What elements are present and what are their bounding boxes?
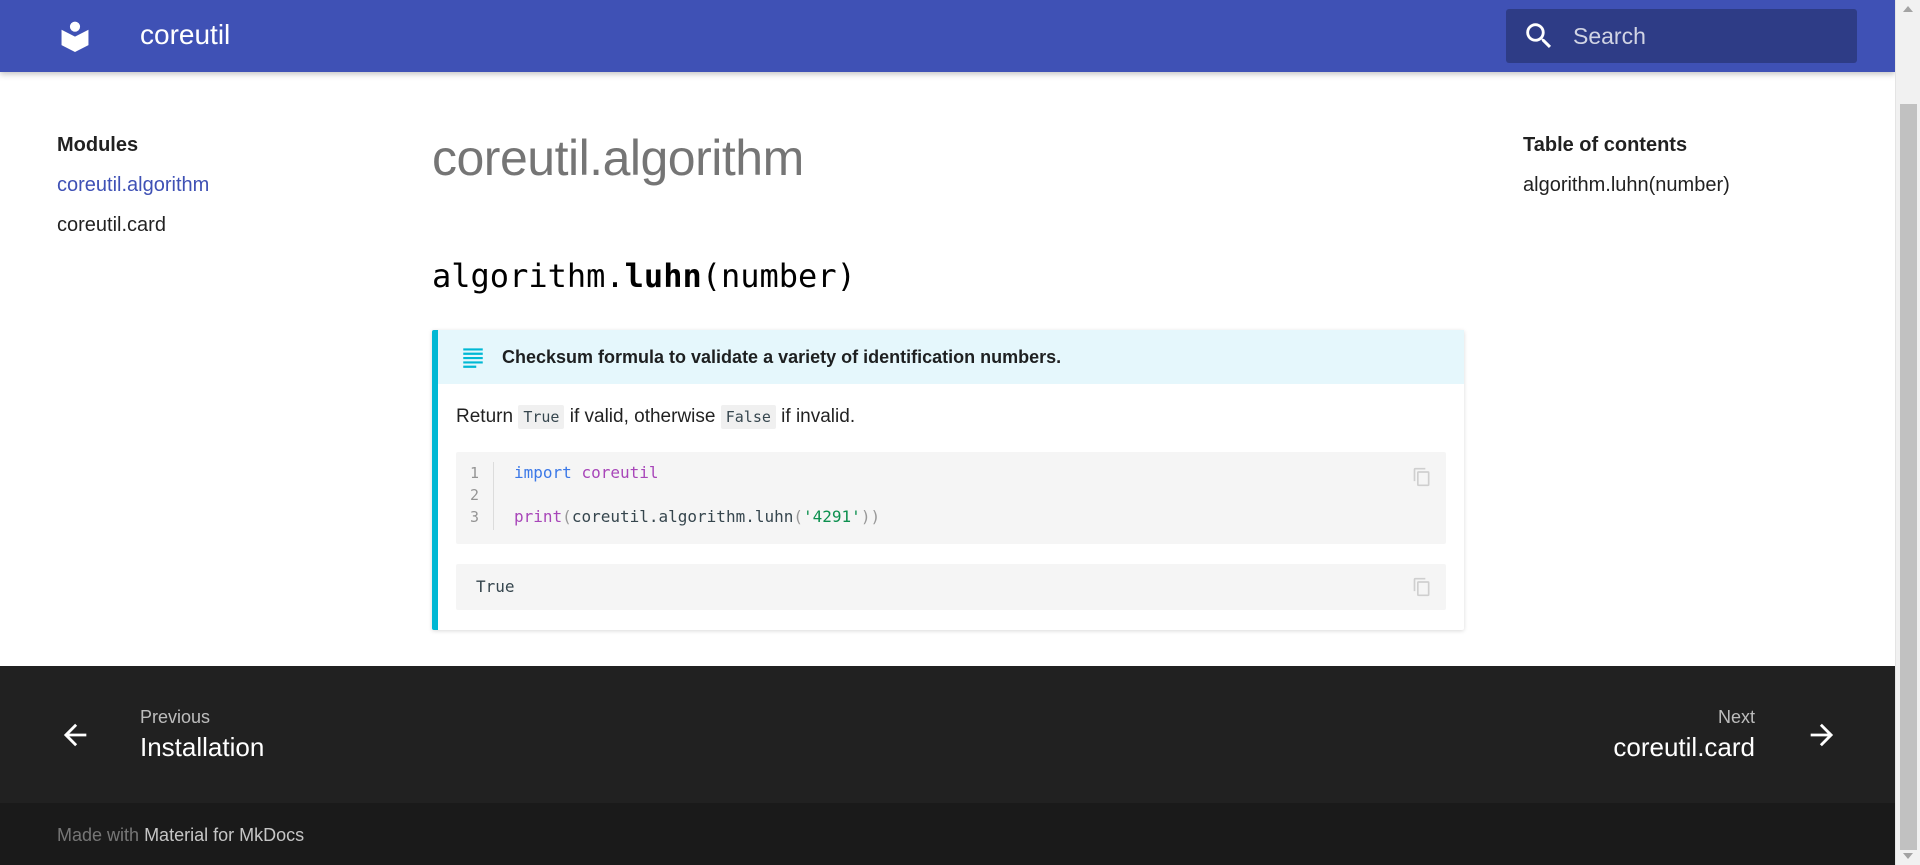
line-number: 2 (470, 486, 480, 504)
function-name: luhn (624, 257, 702, 295)
nav-item-card[interactable]: coreutil.card (57, 214, 166, 237)
text-lines-icon (463, 348, 483, 368)
desc-middle-text: if valid, otherwise (569, 406, 716, 427)
scrollbar-thumb[interactable] (1900, 104, 1917, 850)
next-page-link[interactable]: Next coreutil.card (1395, 666, 1895, 803)
code-punct: ( (562, 507, 572, 526)
admonition-title: Checksum formula to validate a variety o… (438, 330, 1464, 384)
search-icon (1526, 23, 1552, 49)
admonition-description: Return True if valid, otherwise False if… (456, 405, 856, 429)
code-line-1: import coreutil (514, 462, 880, 484)
page-title: coreutil.algorithm (432, 130, 804, 186)
code-punct: )) (860, 507, 881, 526)
made-with-label: Made with (57, 825, 140, 845)
code-module: coreutil (581, 463, 659, 482)
search-input[interactable] (1571, 16, 1841, 56)
code-block: 1 2 3 import coreutil print(coreutil.alg… (456, 452, 1446, 544)
line-numbers: 1 2 3 (470, 462, 494, 530)
desc-end-text: if invalid. (781, 406, 856, 427)
output-text: True (476, 577, 515, 596)
material-mkdocs-link[interactable]: Material for MkDocs (144, 825, 304, 845)
toc-heading: Table of contents (1523, 134, 1688, 156)
function-params: (number) (701, 257, 856, 295)
line-number: 1 (470, 464, 480, 482)
next-page-title: coreutil.card (1613, 732, 1755, 762)
copy-icon[interactable] (1412, 466, 1432, 488)
code-function: print (514, 507, 563, 526)
previous-page-link[interactable]: Previous Installation (0, 666, 500, 803)
search-box[interactable] (1506, 9, 1857, 63)
nav-item-algorithm[interactable]: coreutil.algorithm (57, 174, 209, 197)
line-number: 3 (470, 508, 480, 526)
output-block: True (456, 564, 1446, 610)
admonition-title-text: Checksum formula to validate a variety o… (502, 346, 1062, 367)
code-expression: coreutil.algorithm.luhn (571, 507, 794, 526)
page: coreutil Modules coreutil.algorithm core… (0, 0, 1920, 865)
code-punct: ( (793, 507, 804, 526)
code-line-3: print(coreutil.algorithm.luhn('4291')) (514, 506, 880, 528)
function-prefix: algorithm. (432, 257, 625, 295)
header-bar: coreutil (0, 0, 1895, 72)
docstring-admonition: Checksum formula to validate a variety o… (432, 330, 1464, 630)
footer-navigation: Previous Installation Next coreutil.card (0, 666, 1895, 803)
code-keyword: import (514, 463, 572, 482)
arrow-left-icon (63, 723, 87, 747)
function-signature: algorithm.luhn(number) (432, 254, 856, 298)
toc-item-luhn[interactable]: algorithm.luhn(number) (1523, 174, 1730, 197)
desc-return-text: Return (456, 406, 514, 427)
code-lines: import coreutil print(coreutil.algorithm… (514, 462, 880, 528)
book-reader-icon (61, 21, 89, 53)
site-title[interactable]: coreutil (140, 18, 230, 52)
code-string: '4291' (803, 507, 861, 526)
scroll-up-arrow[interactable] (1903, 6, 1913, 12)
arrow-right-icon (1810, 723, 1834, 747)
vertical-scrollbar[interactable] (1895, 0, 1920, 865)
footer-meta: Made with Material for MkDocs (0, 803, 1895, 865)
scroll-down-arrow[interactable] (1903, 853, 1913, 859)
copy-icon[interactable] (1412, 576, 1432, 598)
next-label: Next (1717, 707, 1755, 727)
inline-code-true: True (518, 405, 565, 429)
made-with-text: Made with Material for MkDocs (57, 825, 304, 846)
previous-label: Previous (140, 707, 211, 727)
previous-page-title: Installation (140, 732, 265, 762)
nav-heading: Modules (57, 134, 139, 156)
inline-code-false: False (720, 405, 776, 429)
